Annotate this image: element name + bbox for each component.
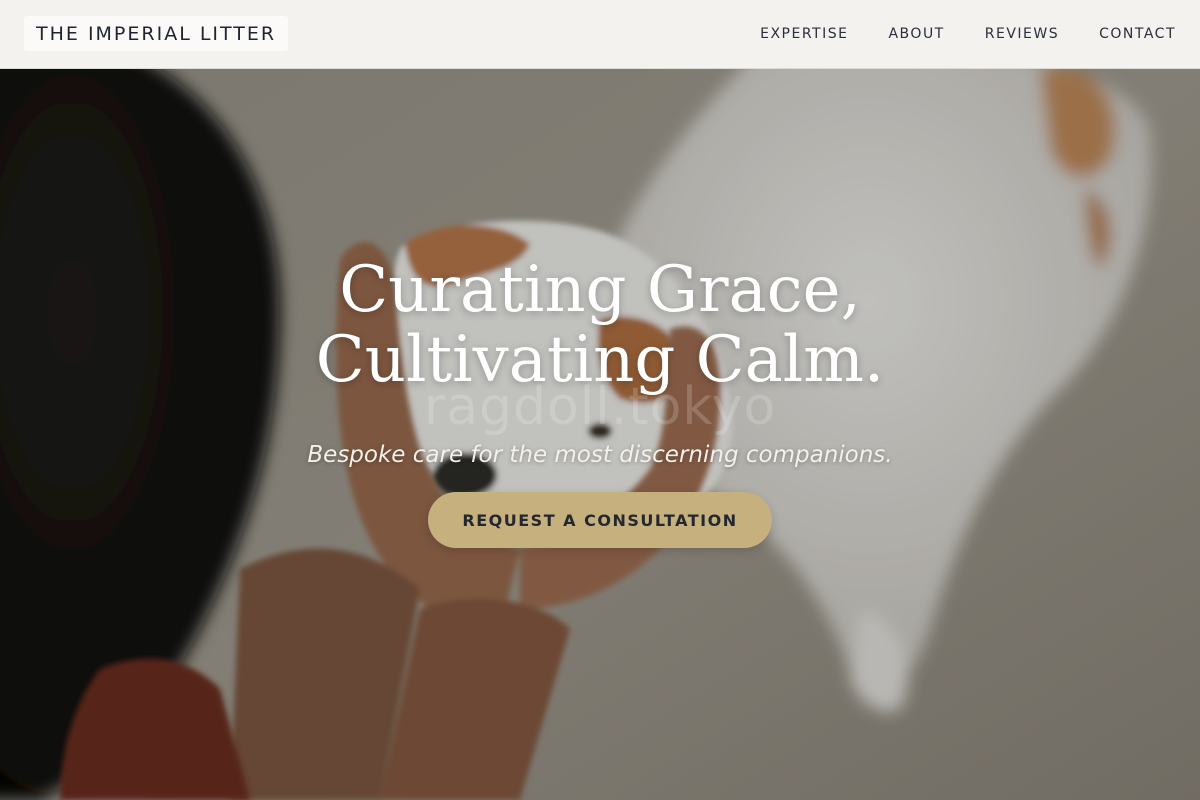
hero-subheadline: Bespoke care for the most discerning com… xyxy=(307,442,893,468)
landing-page: THE IMPERIAL LITTER EXPERTISE ABOUT REVI… xyxy=(0,0,1200,800)
hero-headline-line-2: Cultivating Calm. xyxy=(315,323,885,397)
hero-headline: Curating Grace, Cultivating Calm. xyxy=(0,255,1200,395)
hero-content: Curating Grace, Cultivating Calm. ragdol… xyxy=(0,69,1200,800)
nav-item-about[interactable]: ABOUT xyxy=(888,26,944,42)
nav-item-contact[interactable]: CONTACT xyxy=(1099,26,1176,42)
site-header: THE IMPERIAL LITTER EXPERTISE ABOUT REVI… xyxy=(0,0,1200,69)
hero-headline-line-1: Curating Grace, xyxy=(339,253,861,327)
hero-section: Curating Grace, Cultivating Calm. ragdol… xyxy=(0,69,1200,800)
request-consultation-button[interactable]: REQUEST A CONSULTATION xyxy=(428,492,772,548)
nav-item-reviews[interactable]: REVIEWS xyxy=(985,26,1059,42)
main-nav: EXPERTISE ABOUT REVIEWS CONTACT xyxy=(760,0,1176,68)
site-logo[interactable]: THE IMPERIAL LITTER xyxy=(24,16,289,51)
nav-item-expertise[interactable]: EXPERTISE xyxy=(760,26,848,42)
